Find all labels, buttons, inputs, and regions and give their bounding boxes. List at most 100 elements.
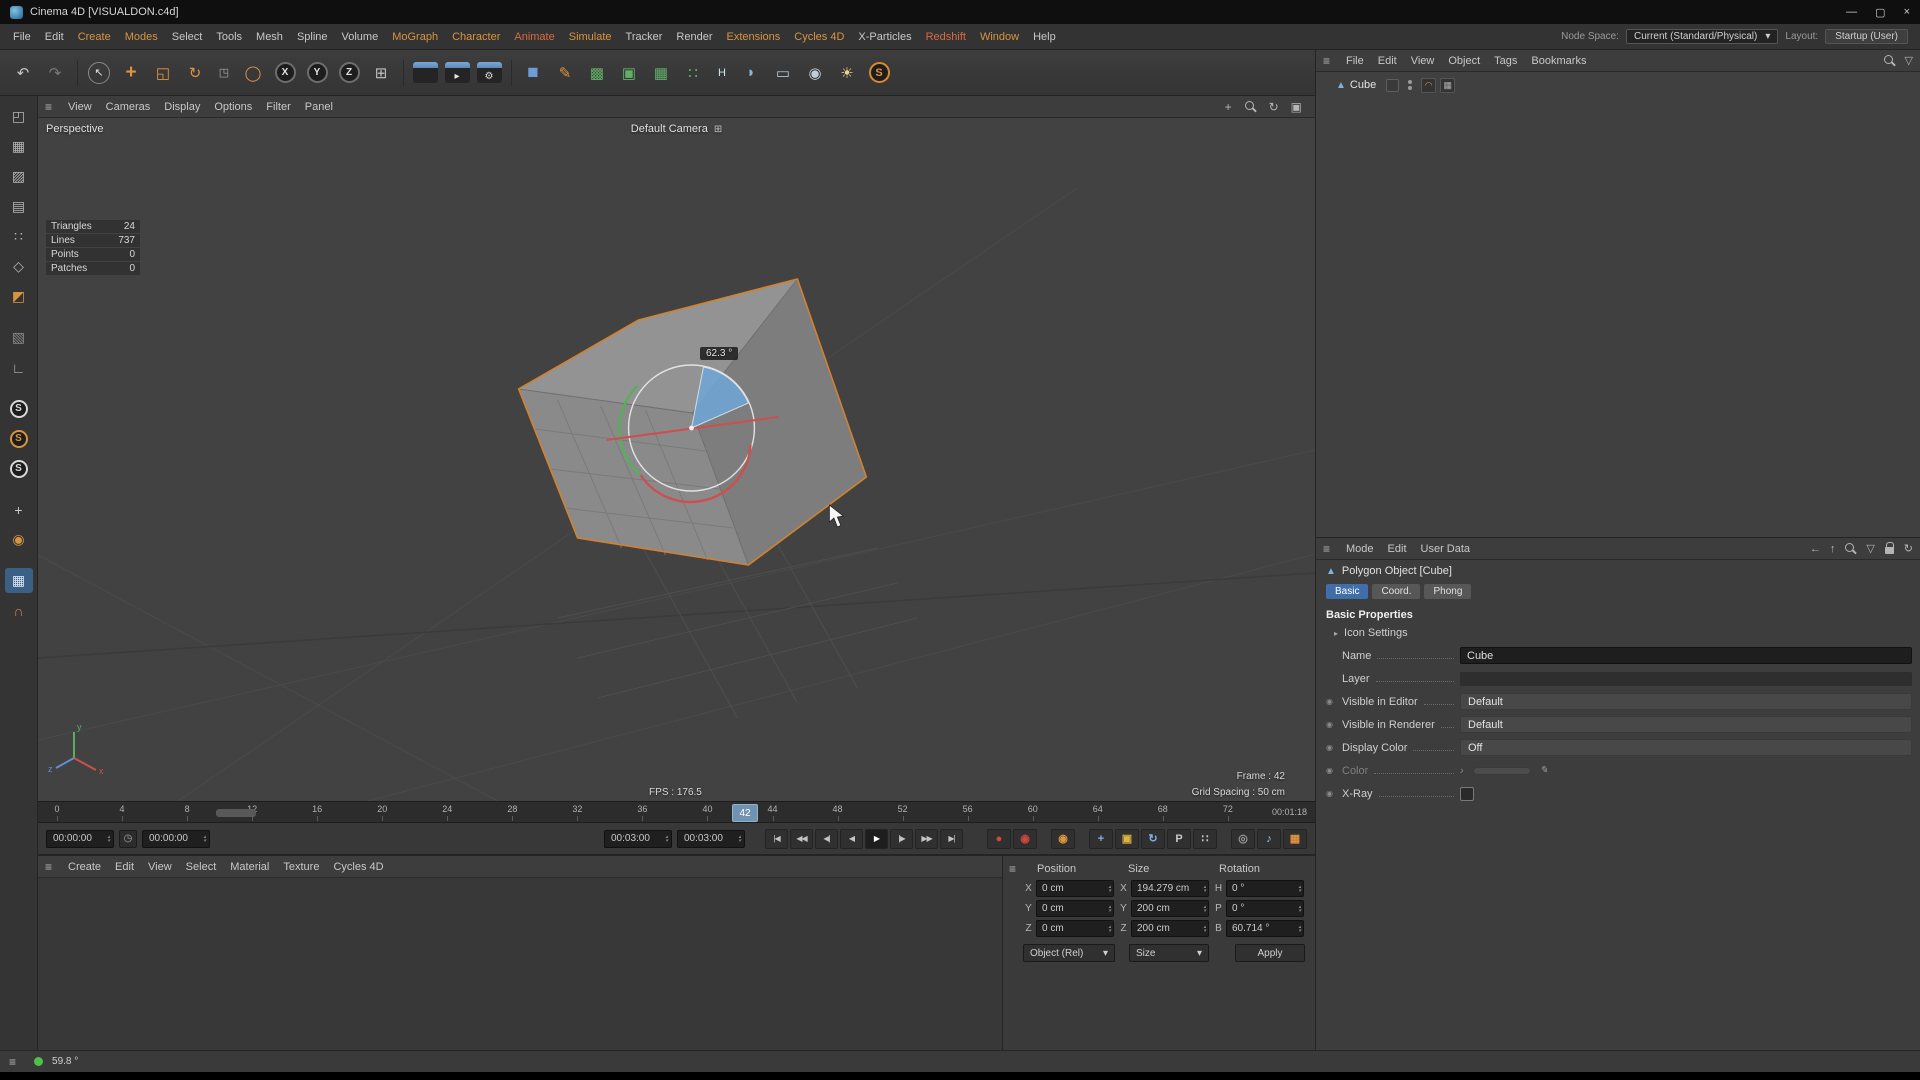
position-field[interactable]: 0 cm▴▾ [1036,920,1114,937]
menu-item[interactable]: Extensions [719,31,787,43]
viewport-menu-item[interactable]: Cameras [99,101,158,113]
camera-button[interactable]: ◉ [800,55,830,91]
record-keyframe-button[interactable]: ● [987,829,1011,849]
toolbar-divider[interactable] [506,55,516,91]
menu-item[interactable]: Spline [290,31,335,43]
render-view-button[interactable] [410,55,440,91]
menu-item[interactable]: Volume [335,31,386,43]
camera-menu-icon[interactable]: ⊞ [714,124,722,135]
menu-item[interactable]: X-Particles [851,31,918,43]
workplane-button[interactable]: ∟ [5,355,33,380]
attribute-tab[interactable]: Basic [1326,584,1368,599]
apply-button[interactable]: Apply [1235,944,1305,962]
object-manager-menu-item[interactable]: Object [1441,55,1487,67]
menu-item[interactable]: Create [71,31,118,43]
timeline-end-field[interactable]: 00:03:00▴▾ [604,830,672,848]
ruler-tick[interactable]: 60 [1026,802,1040,822]
back-icon[interactable]: ← [1810,543,1821,555]
material-menu-item[interactable]: Texture [276,861,326,873]
next-frame-button[interactable]: |▶ [890,829,913,849]
ruler-tick[interactable]: 36 [635,802,649,822]
spinner[interactable]: ▴▾ [107,835,110,843]
menu-item[interactable]: Mesh [249,31,290,43]
search-icon[interactable] [1844,542,1857,555]
attribute-manager-menu-item[interactable]: Edit [1381,543,1414,555]
lock-z-axis-button[interactable]: Z [334,55,364,91]
instance-button[interactable]: ▣ [614,55,644,91]
add-cube-button[interactable]: ■ [518,55,548,91]
spinner[interactable]: ▴▾ [738,835,741,843]
ruler-tick[interactable]: 44 [766,802,780,822]
attribute-dropdown[interactable]: Default [1460,716,1912,733]
size-field[interactable]: 200 cm▴▾ [1131,900,1209,917]
keyframe-selection-button[interactable]: ◉ [1051,829,1075,849]
menu-item[interactable]: Edit [38,31,71,43]
timeline-duration-field[interactable]: 00:03:00▴▾ [677,830,745,848]
rotate-band-tool[interactable]: ◯ [238,55,268,91]
menu-item[interactable]: Help [1026,31,1063,43]
attribute-manager-menu-item[interactable]: Mode [1339,543,1381,555]
viewport-menu-item[interactable]: Display [157,101,207,113]
menu-item[interactable]: Animate [507,31,561,43]
snap-settings-button[interactable]: S [5,396,33,421]
timeline-ruler[interactable]: 04812162024283236404448525660646872 42 0… [38,801,1315,823]
statusbar-menu-icon[interactable]: ≡ [9,1055,16,1069]
record-position-toggle[interactable]: + [1089,829,1113,849]
viewport-canvas[interactable]: y x z Perspective Default Camera⊞ [38,118,1315,801]
viewport-menu-item[interactable]: Options [207,101,259,113]
object-manager-menu-item[interactable]: Edit [1371,55,1404,67]
model-mode-button[interactable]: ▦ [5,134,33,159]
rotate-view-button[interactable]: ↻ [1269,100,1279,114]
attribute-color-control[interactable]: ›✎ [1460,765,1912,777]
render-settings-button[interactable]: ⚙ [474,55,504,91]
object-manager-menu-item[interactable]: Bookmarks [1524,55,1593,67]
object-toggle-icon[interactable] [1386,79,1399,92]
menu-item[interactable]: File [6,31,38,43]
coordinate-system-button[interactable]: ⊞ [366,55,396,91]
maximize-button[interactable]: ▢ [1875,6,1885,19]
pan-view-button[interactable]: + [1225,100,1232,114]
axis-modify-button[interactable]: + [5,497,33,522]
menu-item[interactable]: MoGraph [385,31,445,43]
attribute-manager-menu-item[interactable]: User Data [1414,543,1478,555]
color-swatch[interactable] [1473,767,1531,775]
ruler-tick[interactable]: 68 [1156,802,1170,822]
viewport-menu-item[interactable]: Filter [259,101,297,113]
ruler-scroll-thumb[interactable] [216,809,256,817]
camera-label[interactable]: Default Camera⊞ [631,123,722,135]
workplane-mode-button[interactable]: ▤ [5,194,33,219]
menu-item[interactable]: Cycles 4D [787,31,851,43]
position-field[interactable]: 0 cm▴▾ [1036,900,1114,917]
points-mode-button[interactable]: ∷ [5,224,33,249]
material-menu-item[interactable]: View [141,861,179,873]
goto-end-button[interactable]: ▶| [940,829,963,849]
subdivision-surface-button[interactable]: ▩ [582,55,612,91]
zoom-view-button[interactable] [1244,100,1257,113]
viewport-menu-item[interactable]: Panel [298,101,340,113]
menu-item[interactable]: Tools [209,31,249,43]
rotation-field[interactable]: 0 °▴▾ [1226,880,1304,897]
ruler-tick[interactable]: 24 [440,802,454,822]
solo-button[interactable]: ◎ [1231,829,1255,849]
size-mode-select[interactable]: Size▾ [1129,944,1209,962]
attribute-dropdown[interactable]: Off [1460,739,1912,756]
attribute-checkbox[interactable] [1460,787,1912,801]
floor-button[interactable]: ▭ [768,55,798,91]
keyframe-toggle[interactable]: ◉ [1326,789,1342,798]
quantize-button[interactable]: S [5,426,33,451]
polygons-mode-button[interactable]: ◩ [5,284,33,309]
autokey-button[interactable]: ◉ [1013,829,1037,849]
close-button[interactable]: × [1904,6,1910,19]
menu-item[interactable]: Render [669,31,719,43]
ruler-tick[interactable]: 40 [700,802,714,822]
cloner-button[interactable]: ∷ [678,55,708,91]
normal-axis-button[interactable]: ◉ [5,527,33,552]
material-menu-item[interactable]: Edit [108,861,141,873]
size-field[interactable]: 200 cm▴▾ [1131,920,1209,937]
play-button[interactable]: ▶ [865,829,888,849]
prev-frame-button[interactable]: ◀| [815,829,838,849]
material-menu-item[interactable]: Cycles 4D [326,861,390,873]
up-icon[interactable]: ↑ [1830,543,1836,555]
ruler-tick[interactable]: 56 [961,802,975,822]
time-mode-icon[interactable]: ◷ [119,830,137,848]
